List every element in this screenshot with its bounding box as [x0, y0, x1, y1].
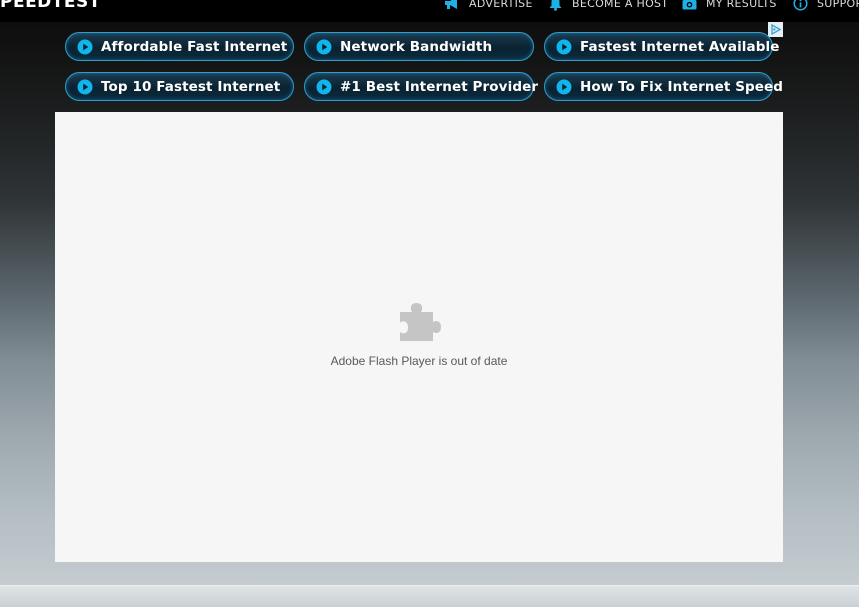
nav-advertise-label: ADVERTISE: [469, 0, 533, 10]
play-circle-icon: [77, 39, 93, 54]
ad-link-how-to-fix-internet-speed[interactable]: How To Fix Internet Speed: [544, 72, 783, 101]
play-circle-icon: [316, 39, 332, 54]
puzzle-piece-icon: [400, 303, 441, 341]
nav-become-a-host[interactable]: BECOME A HOST: [548, 0, 668, 11]
flash-out-of-date-message: Adobe Flash Player is out of date: [330, 354, 508, 368]
ad-link-affordable-fast-internet[interactable]: Affordable Fast Internet: [65, 32, 294, 61]
bell-icon: [549, 0, 562, 11]
adchoices-button[interactable]: [768, 22, 783, 37]
ad-link-label: #1 Best Internet Provider: [340, 78, 539, 95]
site-logo[interactable]: PEEDTEST: [0, 0, 101, 12]
nav-my-results-label: MY RESULTS: [706, 0, 777, 10]
nav-support-label: SUPPOR: [817, 0, 859, 10]
camera-icon: [682, 0, 697, 9]
ad-link-label: How To Fix Internet Speed: [580, 78, 784, 95]
top-nav-bar: PEEDTEST ADVERTISE BECOME A HOST MY RESU…: [0, 0, 859, 22]
megaphone-icon: [445, 0, 457, 9]
nav-become-a-host-label: BECOME A HOST: [572, 0, 669, 10]
ad-link-fastest-internet-available[interactable]: Fastest Internet Available: [544, 32, 779, 61]
footer-strip: [0, 585, 859, 607]
play-circle-icon: [77, 79, 93, 94]
info-icon: [793, 0, 808, 11]
ad-link-network-bandwidth[interactable]: Network Bandwidth: [304, 32, 534, 61]
flash-plugin-placeholder[interactable]: Adobe Flash Player is out of date: [55, 112, 783, 562]
play-circle-icon: [556, 79, 572, 94]
ad-link-top-10-fastest-internet[interactable]: Top 10 Fastest Internet: [65, 72, 294, 101]
nav-my-results[interactable]: MY RESULTS: [682, 0, 777, 11]
ad-link-best-internet-provider[interactable]: #1 Best Internet Provider: [304, 72, 538, 101]
play-circle-icon: [316, 79, 332, 94]
adchoices-icon: [771, 24, 781, 35]
nav-advertise[interactable]: ADVERTISE: [444, 0, 533, 11]
ad-link-label: Affordable Fast Internet: [101, 38, 288, 55]
play-circle-icon: [556, 39, 572, 54]
ad-link-label: Fastest Internet Available: [580, 38, 780, 55]
ad-link-label: Top 10 Fastest Internet: [101, 78, 281, 95]
nav-support[interactable]: SUPPOR: [793, 0, 859, 11]
ad-link-label: Network Bandwidth: [340, 38, 493, 55]
